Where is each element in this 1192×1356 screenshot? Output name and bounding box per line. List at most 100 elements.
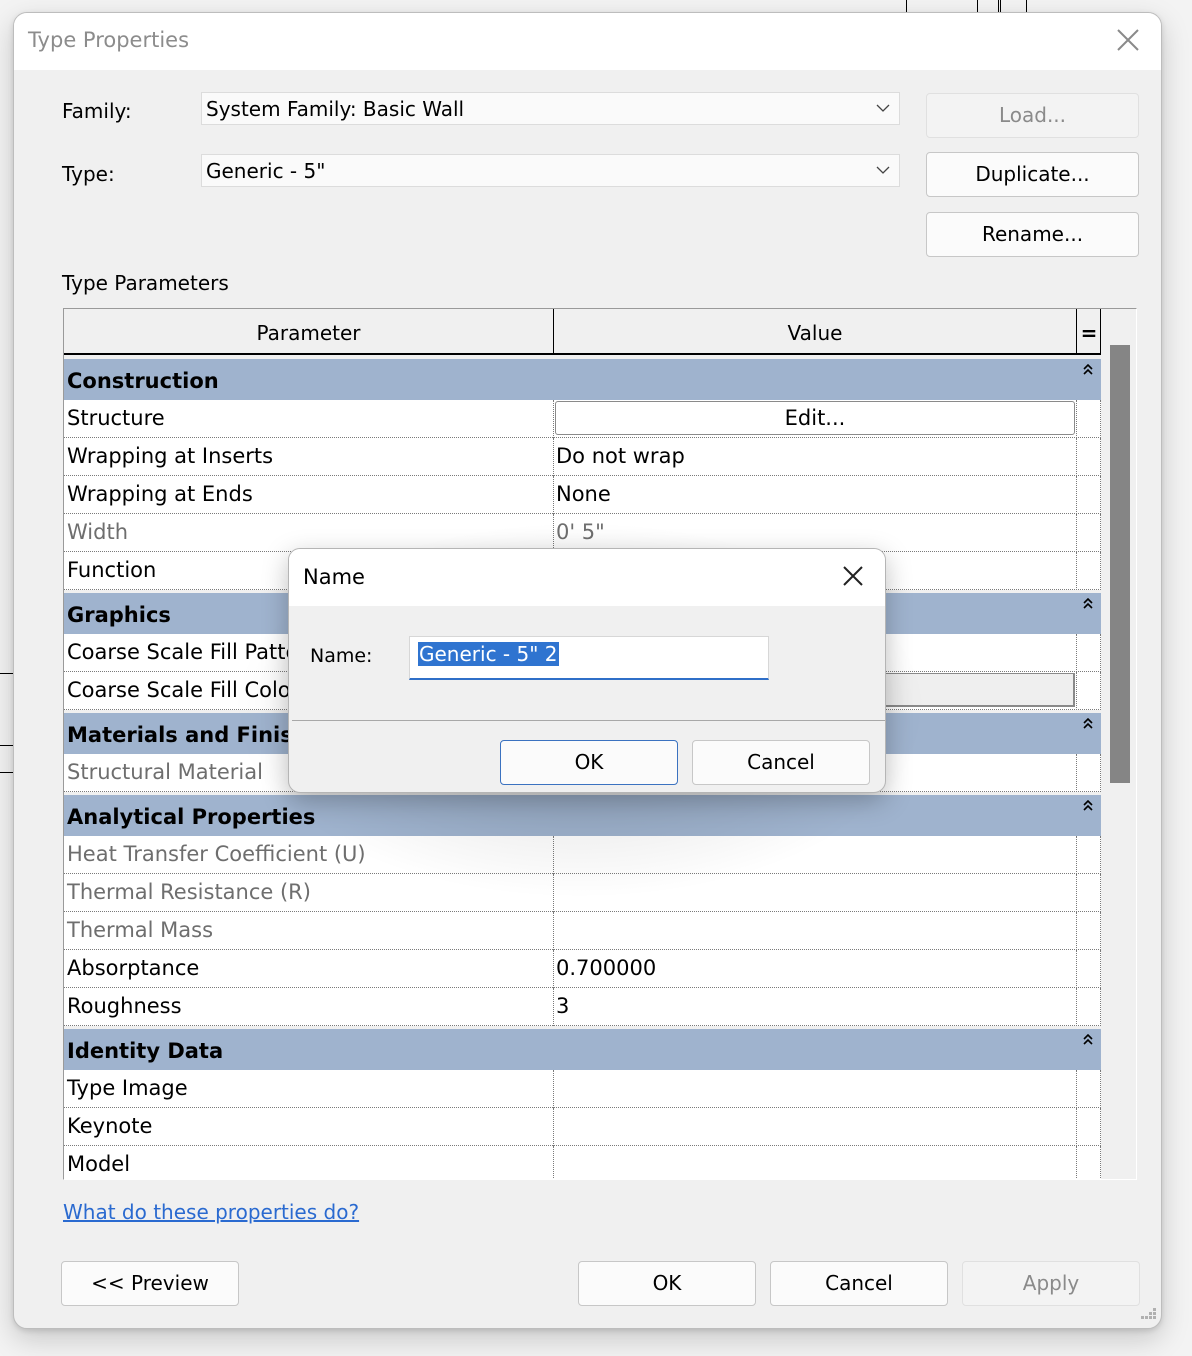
cell-divider	[553, 836, 554, 874]
name-input-selected-text: Generic - 5" 2	[418, 642, 559, 666]
title-bar: Type Properties	[14, 13, 1161, 70]
group-header-construction[interactable]: Construction	[64, 359, 1101, 400]
column-header-parameter[interactable]: Parameter	[64, 309, 553, 353]
cell-divider	[553, 400, 554, 438]
cell-divider	[553, 1146, 554, 1179]
parameter-value[interactable]: None	[556, 476, 611, 512]
chevron-down-icon	[876, 104, 890, 112]
parameter-name: Type Image	[67, 1076, 188, 1100]
cell-divider	[1076, 950, 1077, 988]
type-dropdown[interactable]: Generic - 5"	[201, 154, 900, 187]
grid-header: Parameter Value =	[64, 309, 1101, 355]
vertical-scrollbar-thumb[interactable]	[1110, 345, 1130, 783]
cell-divider	[1076, 874, 1077, 912]
collapse-group-icon[interactable]	[1083, 718, 1093, 730]
family-value: System Family: Basic Wall	[206, 97, 465, 121]
edit-structure-button[interactable]: Edit...	[555, 401, 1075, 435]
name-input[interactable]: Generic - 5" 2	[409, 636, 769, 680]
cell-divider	[553, 912, 554, 950]
cell-divider	[1076, 476, 1077, 514]
collapse-group-icon[interactable]	[1083, 800, 1093, 812]
parameter-name: Model	[67, 1152, 131, 1176]
name-label: Name:	[310, 645, 373, 667]
group-header-analytical-properties[interactable]: Analytical Properties	[64, 795, 1101, 836]
group-title: Construction	[67, 369, 219, 393]
ok-button[interactable]: OK	[578, 1261, 756, 1306]
parameter-row[interactable]: Heat Transfer Coefficient (U)	[64, 836, 1101, 874]
load-button[interactable]: Load...	[926, 93, 1139, 138]
parameter-row[interactable]: Wrapping at Ends None	[64, 476, 1101, 514]
parameter-name: Coarse Scale Fill Color	[67, 678, 300, 702]
name-dialog-title-bar: Name	[289, 549, 885, 606]
cell-divider	[1100, 1146, 1101, 1179]
parameter-name: Structure	[67, 406, 165, 430]
parameter-name: Wrapping at Inserts	[67, 444, 274, 468]
parameter-name: Absorptance	[67, 956, 200, 980]
collapse-group-icon[interactable]	[1083, 598, 1093, 610]
duplicate-button[interactable]: Duplicate...	[926, 152, 1139, 197]
type-value: Generic - 5"	[206, 159, 326, 183]
name-dialog-title: Name	[303, 565, 365, 589]
group-header-identity-data[interactable]: Identity Data	[64, 1029, 1101, 1070]
preview-button[interactable]: << Preview	[61, 1261, 239, 1306]
close-icon[interactable]	[1115, 27, 1141, 53]
parameter-row[interactable]: Absorptance 0.700000	[64, 950, 1101, 988]
parameter-row[interactable]: Thermal Mass	[64, 912, 1101, 950]
parameter-row[interactable]: Structure Edit...	[64, 400, 1101, 438]
cell-divider	[553, 514, 554, 552]
cell-divider	[1076, 1146, 1077, 1179]
parameter-value[interactable]: Do not wrap	[556, 438, 685, 474]
cell-divider	[553, 476, 554, 514]
cell-divider	[1100, 514, 1101, 552]
family-dropdown[interactable]: System Family: Basic Wall	[201, 92, 900, 125]
cell-divider	[1076, 1108, 1077, 1146]
collapse-group-icon[interactable]	[1083, 1034, 1093, 1046]
cell-divider	[1100, 552, 1101, 590]
parameter-row[interactable]: Wrapping at Inserts Do not wrap	[64, 438, 1101, 476]
cell-divider	[1100, 1070, 1101, 1108]
cell-divider	[1100, 438, 1101, 476]
apply-button[interactable]: Apply	[962, 1261, 1140, 1306]
name-ok-button[interactable]: OK	[500, 740, 678, 785]
cell-divider	[1100, 988, 1101, 1026]
help-link[interactable]: What do these properties do?	[63, 1200, 359, 1224]
parameter-name: Keynote	[67, 1114, 153, 1138]
parameter-row[interactable]: Thermal Resistance (R)	[64, 874, 1101, 912]
column-header-value[interactable]: Value	[554, 309, 1076, 353]
family-label: Family:	[62, 99, 132, 123]
dialog-title: Type Properties	[28, 28, 190, 52]
cell-divider	[553, 1108, 554, 1146]
cancel-button[interactable]: Cancel	[770, 1261, 948, 1306]
parameter-row[interactable]: Type Image	[64, 1070, 1101, 1108]
cell-divider	[553, 874, 554, 912]
resize-grip-icon[interactable]	[1141, 1308, 1157, 1324]
parameter-row[interactable]: Model	[64, 1146, 1101, 1179]
cell-divider	[1100, 836, 1101, 874]
cell-divider	[1100, 950, 1101, 988]
parameter-row[interactable]: Roughness 3	[64, 988, 1101, 1026]
parameter-value[interactable]: 3	[556, 988, 569, 1024]
collapse-group-icon[interactable]	[1083, 364, 1093, 376]
name-cancel-button[interactable]: Cancel	[692, 740, 870, 785]
parameter-name: Heat Transfer Coefficient (U)	[67, 842, 366, 866]
cell-divider	[1076, 552, 1077, 590]
rename-button[interactable]: Rename...	[926, 212, 1139, 257]
cell-divider	[1076, 514, 1077, 552]
close-icon[interactable]	[841, 564, 865, 588]
parameter-row[interactable]: Width 0' 5"	[64, 514, 1101, 552]
sort-toggle-button[interactable]: =	[1077, 309, 1101, 353]
cell-divider	[553, 950, 554, 988]
parameter-name: Function	[67, 558, 157, 582]
type-parameters-heading: Type Parameters	[62, 271, 229, 295]
parameter-row[interactable]: Keynote	[64, 1108, 1101, 1146]
group-title: Identity Data	[67, 1039, 224, 1063]
cell-divider	[553, 1070, 554, 1108]
type-label: Type:	[62, 162, 115, 186]
cell-divider	[1100, 400, 1101, 438]
parameter-value[interactable]: 0.700000	[556, 950, 656, 986]
parameter-name: Thermal Mass	[67, 918, 214, 942]
cell-divider	[1076, 912, 1077, 950]
cell-divider	[1100, 672, 1101, 710]
divider	[292, 720, 885, 721]
cell-divider	[1076, 400, 1077, 438]
